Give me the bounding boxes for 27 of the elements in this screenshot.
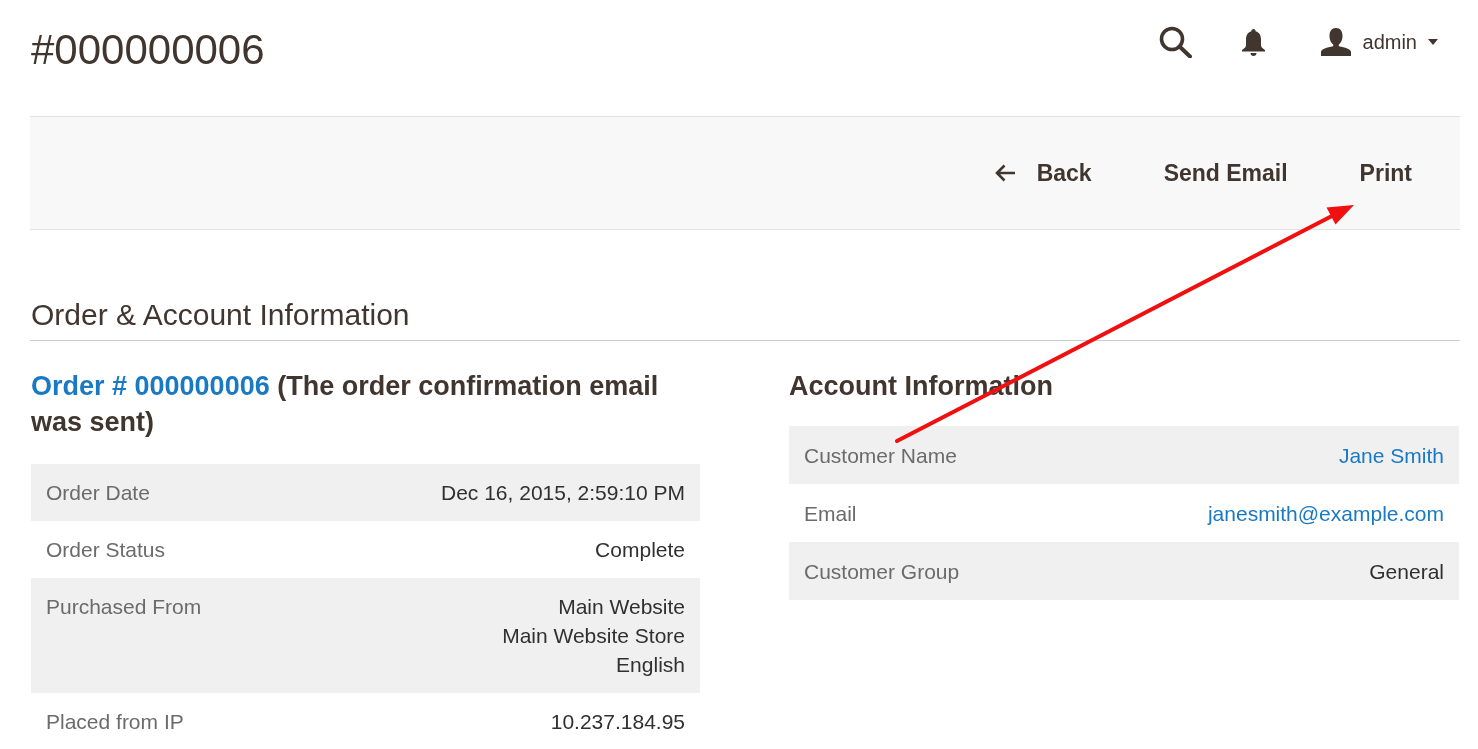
value-link[interactable]: Jane Smith (1338, 440, 1444, 470)
search-icon[interactable] (1158, 26, 1192, 58)
table-cell-text: Main Website Main Website Store English (502, 594, 685, 678)
order-heading: Order # 000000006 (The order confirmation email was sent) (31, 370, 660, 439)
row-label: Customer Group (804, 558, 960, 585)
caret-icon[interactable] (1428, 39, 1438, 45)
row-label: Purchased From (46, 594, 202, 620)
row-label: Customer Name (804, 442, 957, 469)
value-link[interactable]: janesmith@example.com (1207, 498, 1444, 528)
row-label: Order Date (46, 480, 150, 506)
user-menu[interactable]: admin (1320, 28, 1438, 56)
section-title: Order & Account Information (31, 298, 410, 332)
user-icon[interactable] (1320, 28, 1351, 56)
row-label: Email (804, 500, 857, 527)
action-button[interactable]: Send Email (1163, 158, 1288, 188)
table-cell-text: General (1369, 558, 1444, 585)
row-label: Order Status (46, 537, 166, 563)
table-cell-text: Dec 16, 2015, 2:59:10 PM (441, 480, 685, 506)
order-link[interactable]: Order # 000000006 (31, 371, 270, 401)
table-cell-text: 10.237.184.95 (550, 709, 685, 735)
row-label: Placed from IP (46, 709, 184, 735)
back-arrow-icon (994, 164, 1016, 182)
page-title: #000000006 (30, 25, 265, 75)
back-button[interactable]: Back (994, 158, 1092, 188)
action-button[interactable]: Print (1359, 158, 1412, 188)
bell-icon[interactable] (1241, 28, 1265, 56)
table-cell-text: Complete (595, 537, 685, 563)
